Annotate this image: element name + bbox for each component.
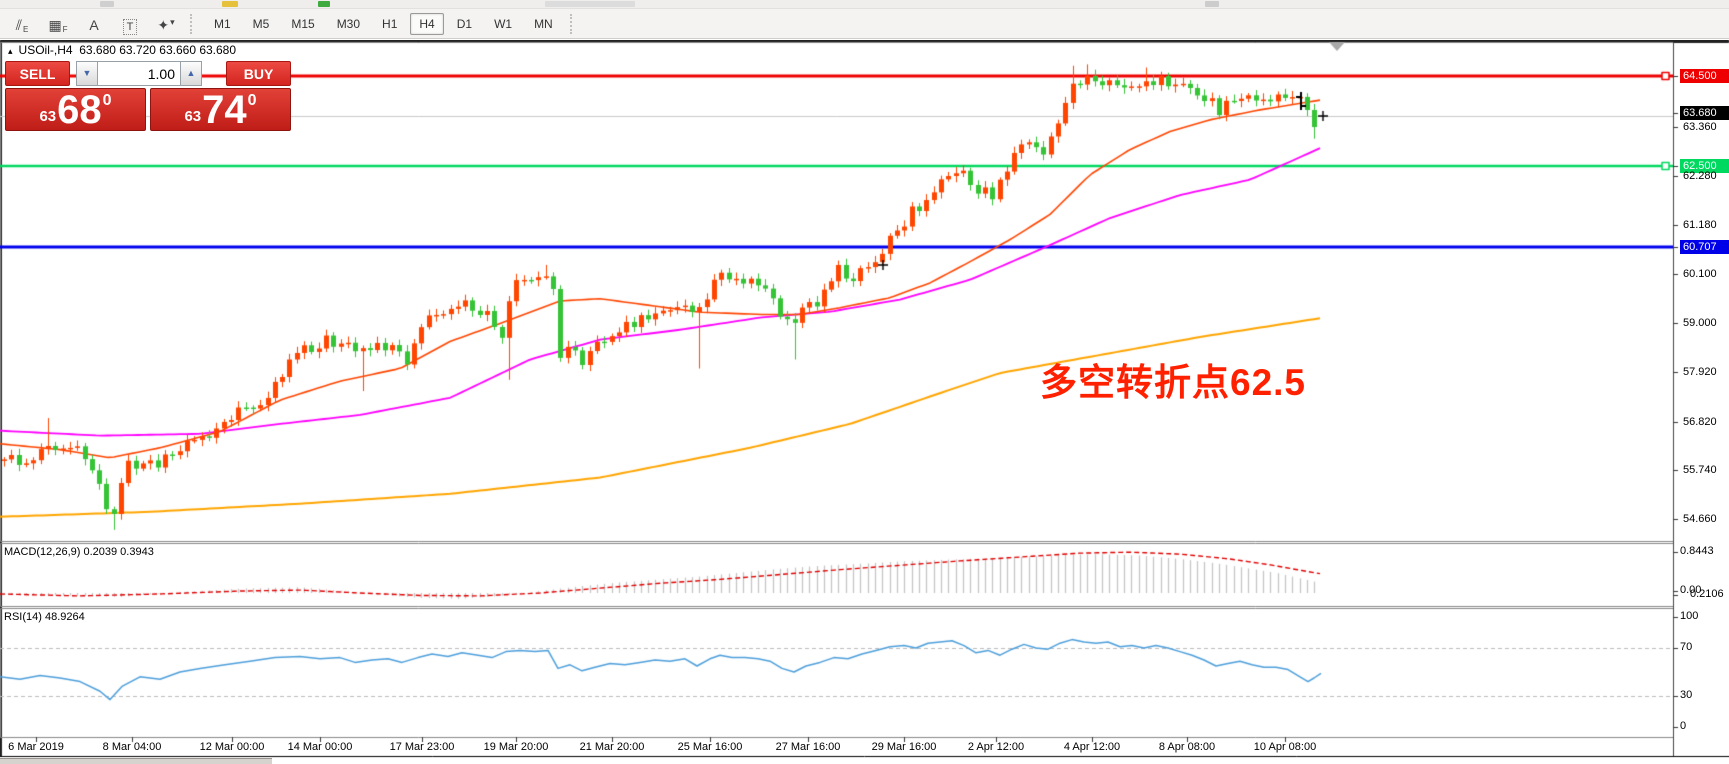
clipped-icon <box>222 1 238 7</box>
toolbar-separator <box>190 14 197 34</box>
chart-toolbar: ⫽E ▦F AT ✦▾ M1M5M15M30H1H4D1W1MN <box>0 9 1729 39</box>
sell-button[interactable]: SELL <box>5 61 70 86</box>
clipped-upper-toolbar <box>0 0 1729 9</box>
text-tool-icon[interactable]: A <box>79 11 109 33</box>
time-axis-tick: 29 Mar 16:00 <box>872 741 937 753</box>
price-axis-tick: 61.180 <box>1680 218 1729 232</box>
time-axis-tick: 14 Mar 00:00 <box>288 741 353 753</box>
chart-title: ▴ USOil-,H4 63.680 63.720 63.660 63.680 <box>8 43 236 57</box>
buy-price-pips: 74 <box>202 92 247 128</box>
chart-annotation-text: 多空转折点62.5 <box>1040 352 1306 406</box>
price-level-badge: 64.500 <box>1680 69 1729 83</box>
time-axis-tick: 10 Apr 08:00 <box>1254 741 1316 753</box>
channels-tool-icon[interactable]: ⫽E <box>7 12 37 34</box>
price-level-badge: 63.680 <box>1680 106 1729 120</box>
time-axis-tick: 17 Mar 23:00 <box>390 741 455 753</box>
timeframe-button-m5[interactable]: M5 <box>244 13 279 35</box>
collapse-arrow-icon[interactable]: ▴ <box>8 46 13 56</box>
clipped-status-bar <box>0 758 272 764</box>
text-label-tool-icon[interactable]: T <box>115 15 145 37</box>
indicator-axis-tick: 30 <box>1680 689 1692 701</box>
timeframe-button-m15[interactable]: M15 <box>282 13 323 35</box>
timeframe-button-h1[interactable]: H1 <box>373 13 406 35</box>
timeframe-button-d1[interactable]: D1 <box>448 13 481 35</box>
indicator-axis-tick: 100 <box>1680 610 1698 622</box>
price-axis-tick: 57.920 <box>1680 365 1729 379</box>
indicator-axis-tick: 0.2106 <box>1690 588 1724 600</box>
price-axis-tick: 60.100 <box>1680 267 1729 281</box>
chart-window: ▴ USOil-,H4 63.680 63.720 63.660 63.680 S… <box>0 40 1729 763</box>
price-axis-tick: 59.000 <box>1680 316 1729 330</box>
sell-price-quote[interactable]: 63 68 0 <box>5 88 146 131</box>
volume-decrease-button[interactable]: ▼ <box>76 61 98 86</box>
volume-input[interactable] <box>98 61 180 86</box>
timeframe-button-h4[interactable]: H4 <box>410 13 443 35</box>
time-axis-tick: 19 Mar 20:00 <box>484 741 549 753</box>
time-axis-tick: 4 Apr 12:00 <box>1064 741 1120 753</box>
sell-price-pipette: 0 <box>103 92 112 110</box>
time-axis-tick: 21 Mar 20:00 <box>580 741 645 753</box>
price-axis-tick: 63.360 <box>1680 120 1729 134</box>
clipped-icon <box>318 1 330 7</box>
shapes-tool-icon[interactable]: ✦▾ <box>151 12 181 34</box>
sell-price-pips: 68 <box>57 92 102 128</box>
price-axis-tick: 62.280 <box>1680 169 1729 183</box>
time-axis-tick: 8 Apr 08:00 <box>1159 741 1215 753</box>
sell-price-int: 63 <box>39 108 56 125</box>
timeframe-button-w1[interactable]: W1 <box>485 13 521 35</box>
buy-price-quote[interactable]: 63 74 0 <box>150 88 291 131</box>
chart-symbol-period: USOil-,H4 <box>19 43 73 57</box>
indicator-axis-tick: 0.8443 <box>1680 545 1714 557</box>
timeframe-button-mn[interactable]: MN <box>525 13 562 35</box>
price-level-badge: 60.707 <box>1680 240 1729 254</box>
time-axis-tick: 12 Mar 00:00 <box>200 741 265 753</box>
time-axis-tick: 8 Mar 04:00 <box>103 741 162 753</box>
macd-indicator-label: MACD(12,26,9) 0.2039 0.3943 <box>4 546 154 558</box>
time-axis-tick: 6 Mar 2019 <box>8 741 64 753</box>
timeframe-button-m30[interactable]: M30 <box>328 13 369 35</box>
buy-price-pipette: 0 <box>248 92 257 110</box>
one-click-trade-panel: SELL ▼ ▲ BUY 63 68 0 63 74 0 <box>5 61 291 131</box>
time-axis-tick: 25 Mar 16:00 <box>678 741 743 753</box>
time-axis-tick: 27 Mar 16:00 <box>776 741 841 753</box>
time-axis-tick: 2 Apr 12:00 <box>968 741 1024 753</box>
chart-canvas[interactable] <box>0 40 1729 763</box>
chart-ohlc-values: 63.680 63.720 63.660 63.680 <box>79 43 236 57</box>
clipped-icon <box>1205 1 1219 7</box>
indicator-axis-tick: 70 <box>1680 641 1692 653</box>
rsi-indicator-label: RSI(14) 48.9264 <box>4 611 85 623</box>
price-axis-tick: 55.740 <box>1680 463 1729 477</box>
buy-price-int: 63 <box>184 108 201 125</box>
price-axis-tick: 56.820 <box>1680 415 1729 429</box>
clipped-icon <box>545 1 635 7</box>
volume-increase-button[interactable]: ▲ <box>180 61 202 86</box>
indicator-axis-tick: 0 <box>1680 720 1686 732</box>
timeframe-button-m1[interactable]: M1 <box>205 13 240 35</box>
buy-button[interactable]: BUY <box>226 61 291 86</box>
price-axis-tick: 54.660 <box>1680 512 1729 526</box>
toolbar-separator <box>570 14 577 34</box>
clipped-icon <box>100 1 114 7</box>
fibonacci-tool-icon[interactable]: ▦F <box>43 12 73 34</box>
